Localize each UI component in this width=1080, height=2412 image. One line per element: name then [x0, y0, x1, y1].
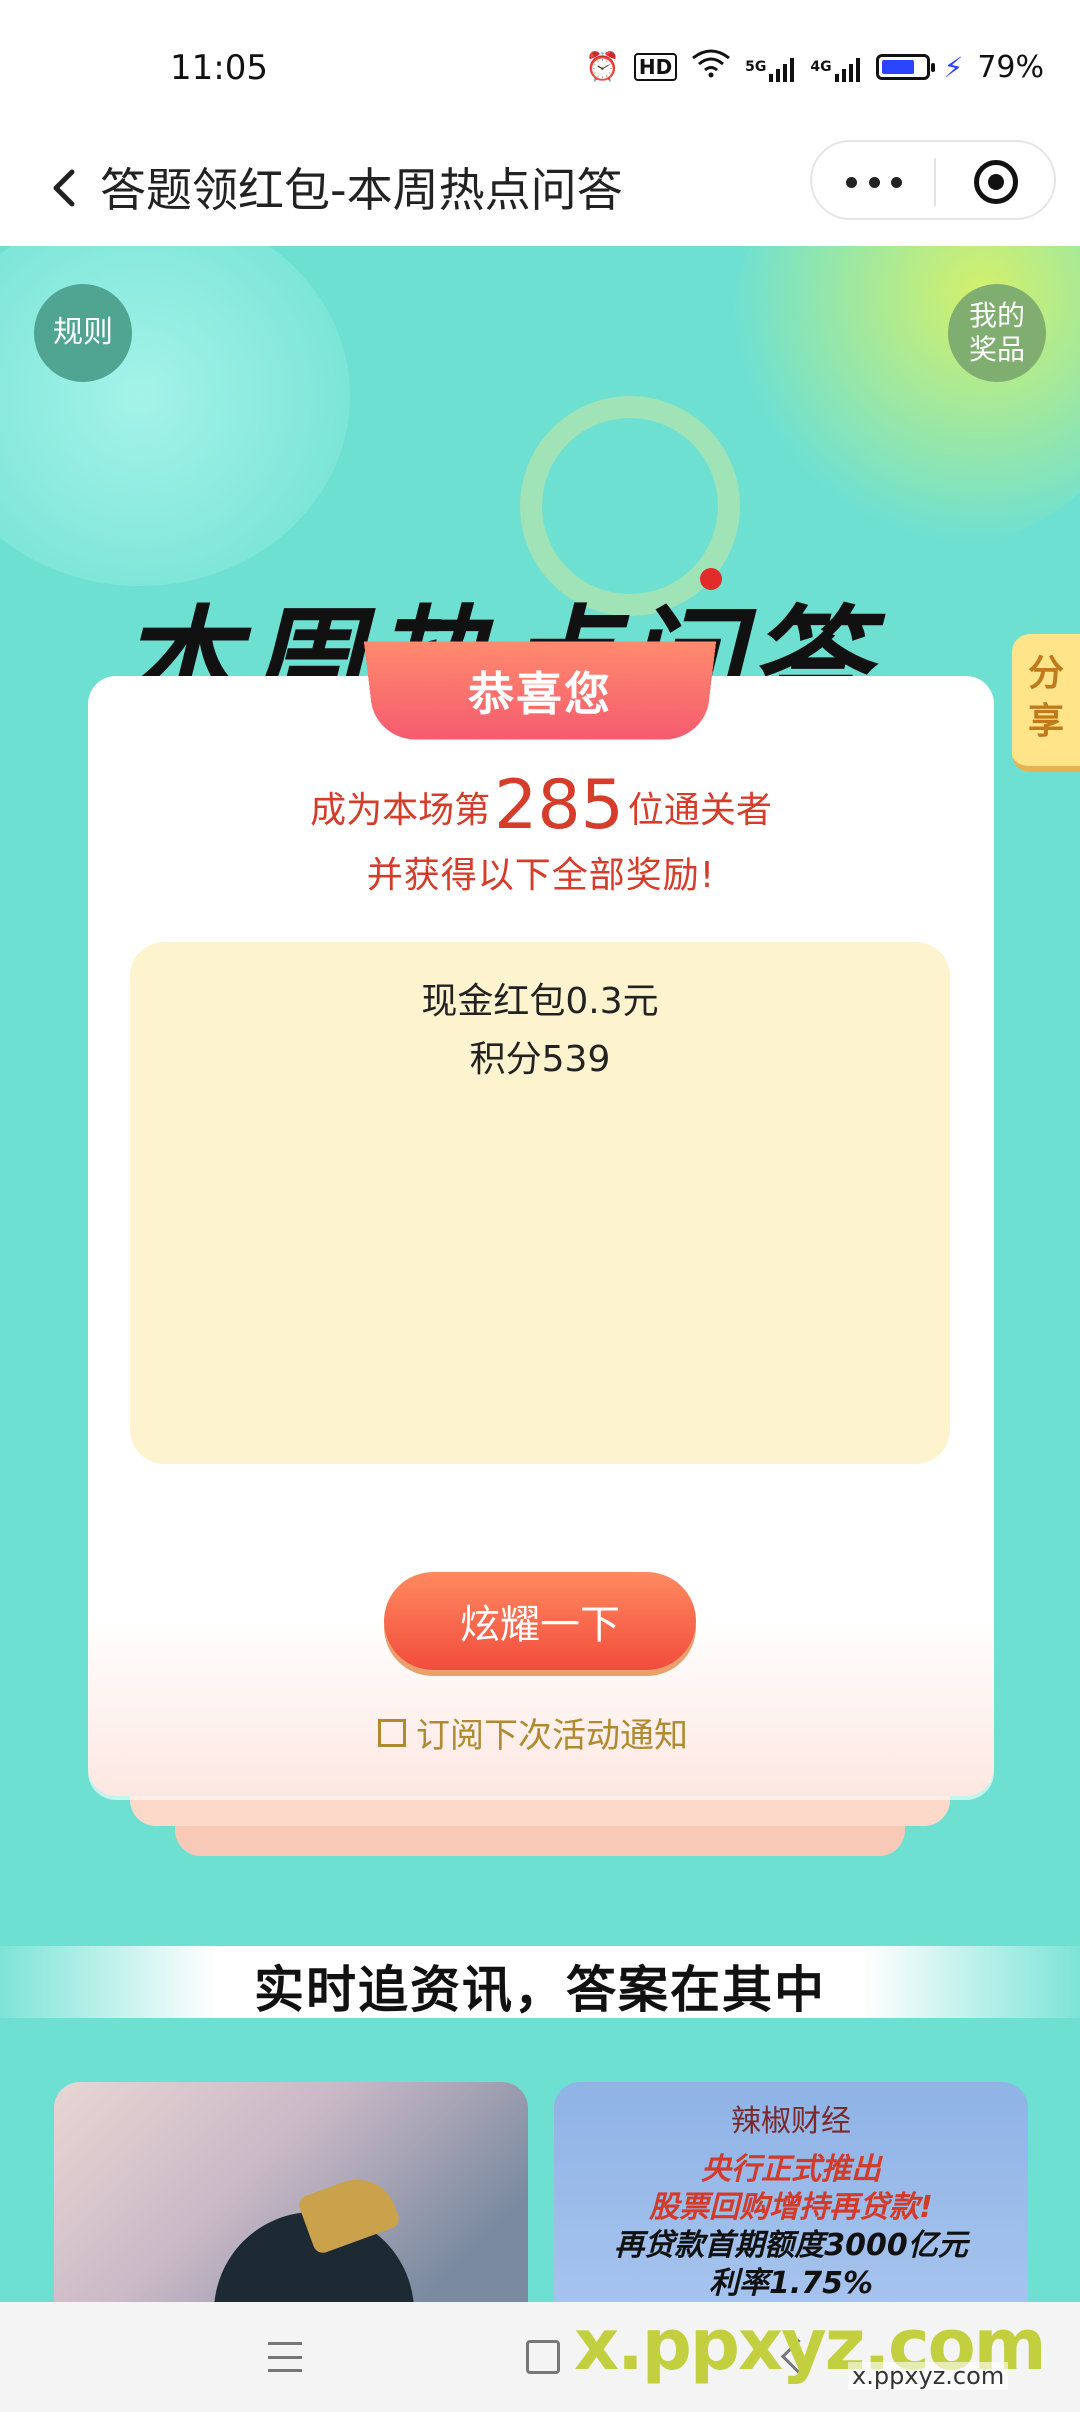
back-arrow-icon[interactable] [36, 158, 96, 218]
reward-item-points: 积分539 [469, 1039, 611, 1080]
home-icon[interactable] [526, 2340, 560, 2374]
more-icon[interactable] [846, 162, 902, 202]
battery-level [881, 60, 914, 74]
status-time: 11:05 [170, 48, 268, 88]
miniprogram-capsule [810, 140, 1056, 220]
reward-intro: 并获得以下全部奖励! [366, 855, 716, 896]
rank-number: 285 [494, 766, 624, 845]
news-headline-4: 利率1.75% [708, 2266, 874, 2301]
alarm-icon: ⏰ [584, 50, 620, 83]
nav-bar: 答题领红包-本周热点问答 [0, 140, 1080, 246]
rules-button[interactable]: 规则 [34, 284, 132, 382]
signal-5g-icon: 5G [745, 50, 796, 84]
reward-item-cash: 现金红包0.3元 [421, 981, 659, 1022]
signal-4g-icon: 4G [810, 50, 861, 84]
subscribe-option[interactable]: 订阅下次活动通知 [378, 1708, 688, 1757]
watermark-url: x.ppxyz.com [848, 2362, 1009, 2390]
share-button[interactable]: 分享 [1012, 634, 1080, 772]
status-bar: 11:05 ⏰ HD 5G 4G ⚡ 79% [0, 0, 1080, 140]
wifi-icon [691, 48, 731, 86]
status-icons: ⏰ HD 5G 4G ⚡ 79% [585, 48, 1044, 86]
reward-list: 现金红包0.3元 积分539 [130, 942, 950, 1464]
page-title: 答题领红包-本周热点问答 [100, 163, 623, 217]
my-prizes-button[interactable]: 我的奖品 [948, 284, 1046, 382]
subscribe-checkbox[interactable] [378, 1718, 406, 1747]
congrats-text: 恭喜您 [468, 667, 612, 721]
boast-button[interactable]: 炫耀一下 [384, 1572, 696, 1670]
decorative-dot [700, 568, 722, 590]
section-banner: 实时追资讯，答案在其中 [254, 1961, 826, 2019]
hd-icon: HD [633, 53, 678, 81]
quiz-result-page: 规则 我的奖品 本周热点问答 分享 恭喜您 成为本场第285位通关者 并获得以下… [0, 246, 1080, 2302]
subscribe-label: 订阅下次活动通知 [416, 1716, 688, 1756]
battery-icon [875, 54, 935, 80]
close-miniprogram-icon[interactable] [974, 160, 1018, 204]
news-card-finance[interactable]: 辣椒财经 央行正式推出 股票回购增持再贷款! 再贷款首期额度3000亿元 利率1… [554, 2082, 1028, 2302]
charging-icon: ⚡ [943, 50, 964, 84]
recent-apps-icon[interactable] [268, 2342, 302, 2372]
news-card-video[interactable] [54, 2082, 528, 2302]
rank-line: 成为本场第285 位通关者 [310, 766, 772, 845]
battery-percent: 79% [977, 49, 1044, 85]
news-brand: 辣椒财经 [731, 2104, 851, 2139]
